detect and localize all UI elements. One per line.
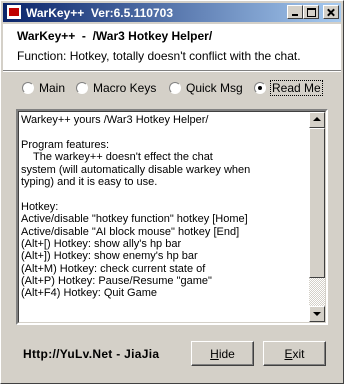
readme-line: Program features: (21, 138, 110, 151)
exit-button[interactable]: Exit (263, 341, 326, 366)
readme-line: system (will automatically disable warke… (21, 163, 251, 176)
readme-line: Hotkey: (21, 200, 59, 213)
readme-line: (Alt+M) Hotkey: check current state of (21, 262, 206, 275)
tab-macro-keys-label: Macro Keys (93, 81, 157, 95)
readme-line: The warkey++ doesn't effect the chat (21, 151, 213, 164)
readme-line: Warkey++ yours /War3 Hotkey Helper/ (21, 114, 209, 126)
radio-main-icon[interactable] (22, 82, 34, 94)
tab-read-me-label: Read Me (270, 80, 323, 96)
readme-line: typing) and it is easy to use. (21, 175, 158, 188)
radio-macro-keys-icon[interactable] (76, 82, 88, 94)
readme-textbox[interactable]: Warkey++ yours /War3 Hotkey Helper/Progr… (16, 109, 328, 325)
hide-button-accel: H (210, 346, 219, 361)
hide-button[interactable]: Hide (191, 341, 254, 366)
tab-quick-msg[interactable]: Quick Msg (169, 80, 243, 96)
vertical-scrollbar[interactable] (309, 112, 325, 322)
readme-line (21, 126, 307, 138)
header-panel: WarKey++ - /War3 Hotkey Helper/ Function… (3, 24, 341, 71)
tab-main[interactable]: Main (22, 80, 65, 96)
radio-read-me-icon[interactable] (254, 82, 266, 94)
minimize-button[interactable] (287, 5, 303, 19)
tab-read-me[interactable]: Read Me (254, 80, 323, 96)
readme-content[interactable]: Warkey++ yours /War3 Hotkey Helper/Progr… (21, 114, 307, 320)
tab-radio-group: Main Macro Keys Quick Msg Read Me (1, 80, 344, 98)
scroll-up-arrow-icon[interactable] (309, 112, 325, 128)
readme-line: Active/disable "hotkey function" hotkey … (21, 213, 248, 226)
scroll-thumb[interactable] (309, 128, 325, 278)
app-icon[interactable] (7, 5, 21, 19)
exit-button-label: xit (292, 346, 305, 361)
header-title: WarKey++ - /War3 Hotkey Helper/ (17, 29, 213, 43)
exit-button-accel: E (284, 346, 293, 361)
tab-macro-keys[interactable]: Macro Keys (76, 80, 156, 96)
hide-button-label: ide (218, 346, 235, 361)
tab-main-label: Main (39, 81, 66, 95)
radio-quick-msg-icon[interactable] (169, 82, 181, 94)
readme-line: Active/disable "AI block mouse" hotkey [… (21, 225, 240, 238)
readme-line (21, 312, 307, 320)
header-divider (3, 71, 341, 72)
readme-line: (Alt+[) Hotkey: show ally's hp bar (21, 237, 182, 250)
readme-line: (Alt+]) Hotkey: show enemy's hp bar (21, 250, 198, 263)
scroll-down-arrow-icon[interactable] (309, 306, 325, 322)
header-subtitle: Function: Hotkey, totally doesn't confli… (17, 49, 301, 63)
maximize-button[interactable] (303, 5, 319, 19)
readme-line (21, 188, 307, 200)
tab-quick-msg-label: Quick Msg (186, 81, 243, 95)
window-title: WarKey++ Ver:6.5.110703 (26, 6, 173, 20)
readme-line: (Alt+P) Hotkey: Pause/Resume "game" (21, 275, 212, 288)
scroll-track[interactable] (309, 278, 325, 306)
close-button[interactable] (323, 5, 339, 19)
readme-line (21, 300, 307, 312)
main-window: WarKey++ Ver:6.5.110703 WarKey++ - /War3… (0, 0, 344, 384)
readme-line: (Alt+F4) Hotkey: Quit Game (21, 287, 158, 300)
website-link[interactable]: Http://YuLv.Net - JiaJia (23, 347, 159, 361)
title-bar[interactable]: WarKey++ Ver:6.5.110703 (3, 3, 341, 22)
